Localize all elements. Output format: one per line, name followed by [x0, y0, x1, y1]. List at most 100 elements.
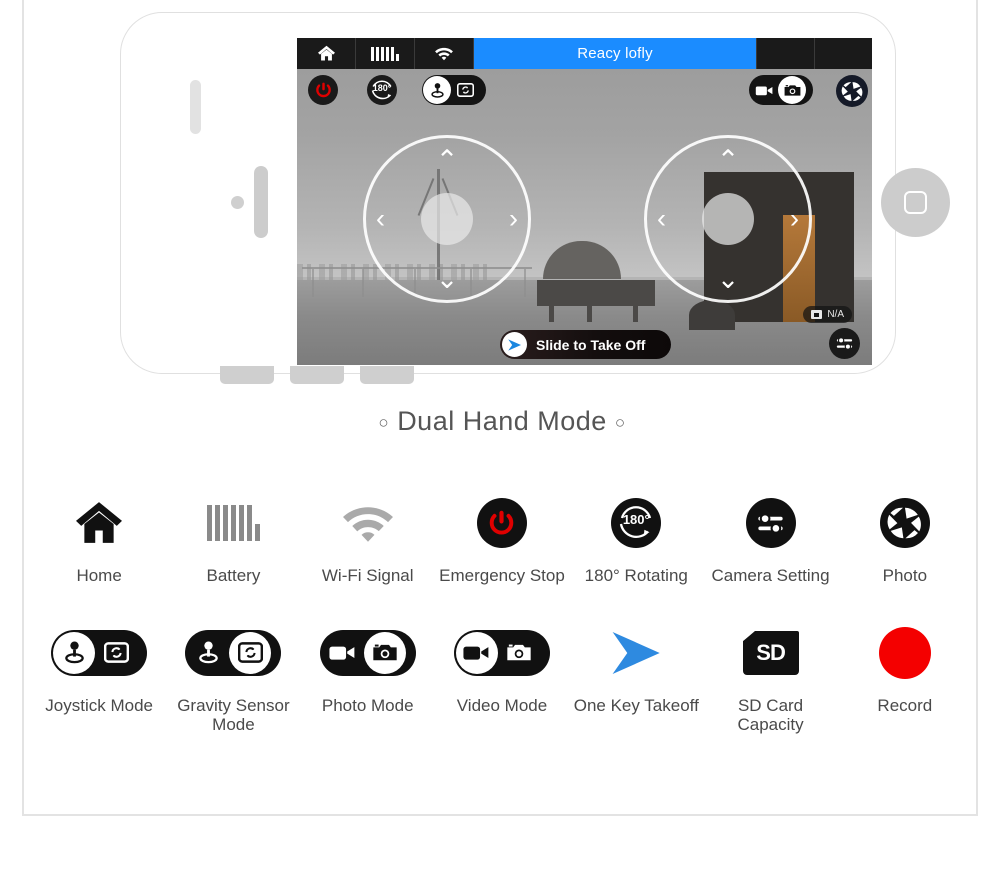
joystick-icon [187, 632, 229, 674]
joystick-right-arrow-icon[interactable]: › [790, 205, 799, 233]
slide-to-takeoff-button[interactable]: Slide to Take Off [500, 330, 672, 359]
rotate-180-button[interactable]: 180° [367, 75, 397, 105]
caption-text: Dual Hand Mode [397, 406, 607, 436]
phone-tab [360, 366, 414, 384]
gravity-sensor-mode-icon[interactable] [451, 76, 479, 104]
legend-item-joystick-mode: Joystick Mode [32, 622, 166, 735]
sd-card-icon: SD [742, 630, 799, 675]
phone-home-button[interactable] [881, 168, 950, 237]
legend-item-emergency-stop: Emergency Stop [435, 492, 569, 586]
legend-label: Video Mode [456, 695, 548, 715]
home-icon [317, 45, 335, 61]
joystick-knob[interactable] [421, 193, 473, 245]
right-joystick[interactable]: ⌃ ⌄ ‹ › [644, 135, 812, 303]
scene-object [689, 299, 735, 330]
joystick-knob[interactable] [702, 193, 754, 245]
legend-label: Record [877, 695, 933, 715]
legend-item-photo: Photo [838, 492, 972, 586]
status-battery-indicator [356, 38, 415, 69]
photo-shutter-icon [879, 498, 930, 548]
joystick-left-arrow-icon[interactable]: ‹ [376, 205, 385, 233]
joystick-down-arrow-icon[interactable]: ⌄ [436, 266, 459, 293]
joystick-icon [53, 631, 96, 674]
phone-tab [290, 366, 344, 384]
legend-label: Emergency Stop [439, 566, 565, 585]
record-icon [878, 626, 931, 679]
battery-icon [206, 492, 260, 554]
home-button-square-icon [904, 191, 927, 214]
video-mode-icon[interactable] [750, 76, 778, 104]
joystick-up-arrow-icon[interactable]: ⌃ [717, 147, 740, 174]
phone-volume-button[interactable] [190, 80, 201, 134]
home-icon [73, 492, 125, 554]
legend-label: Battery [206, 566, 261, 585]
photo-camera-icon [498, 632, 540, 674]
emergency-stop-button[interactable] [308, 75, 338, 105]
sd-card-status-text: N/A [827, 309, 844, 320]
legend-label: Camera Setting [711, 566, 830, 585]
status-wifi-indicator [415, 38, 474, 69]
legend-item-photo-mode: Photo Mode [301, 622, 435, 735]
emergency-stop-icon [315, 82, 331, 97]
phone-tab [220, 366, 274, 384]
legend-item-sd-card-capacity: SD SD Card Capacity [703, 622, 837, 735]
control-mode-toggle[interactable] [422, 75, 486, 105]
photo-mode-icon[interactable] [778, 76, 806, 104]
slide-to-takeoff-label: Slide to Take Off [536, 336, 646, 353]
legend-item-wifi: Wi-Fi Signal [301, 492, 435, 586]
photo-mode-toggle-icon [319, 629, 416, 676]
180-rotating-icon: 180° [369, 77, 395, 103]
legend-label: Photo Mode [321, 695, 414, 715]
caption-left-marker: ○ [378, 412, 390, 432]
sd-card-text: SD [756, 639, 786, 665]
legend-row: Joystick Mode Gravity Sensor Mode Photo … [32, 622, 972, 735]
screen-top-controls: 180° [297, 69, 872, 115]
one-key-takeoff-icon [608, 622, 664, 684]
joystick-right-arrow-icon[interactable]: › [509, 205, 518, 233]
gravity-sensor-icon [229, 631, 272, 674]
legend-label: Joystick Mode [45, 695, 153, 715]
phone-camera-icon [231, 196, 244, 209]
status-title: Reacy lofly [474, 38, 756, 69]
camera-setting-button[interactable] [829, 328, 860, 359]
legend-label: Wi-Fi Signal [321, 566, 414, 585]
gravity-sensor-icon [95, 632, 137, 674]
legend-item-180-rotating: 180° 180° Rotating [569, 492, 703, 586]
photo-shutter-icon [841, 80, 863, 102]
rotate-badge-text: 180° [622, 512, 650, 527]
video-mode-toggle-icon [453, 629, 550, 676]
status-empty-cell [756, 38, 814, 69]
phone-speaker [254, 166, 268, 238]
legend-item-home: Home [32, 492, 166, 586]
sd-card-status-badge: N/A [803, 306, 852, 323]
joystick-down-arrow-icon[interactable]: ⌄ [717, 266, 740, 293]
one-key-takeoff-icon [508, 338, 521, 351]
caption-right-marker: ○ [614, 412, 626, 432]
status-home-button[interactable] [297, 38, 356, 69]
sd-card-icon [811, 310, 823, 319]
joystick-up-arrow-icon[interactable]: ⌃ [436, 147, 459, 174]
legend-label: SD Card Capacity [737, 695, 804, 735]
scene-wagon [537, 279, 655, 322]
content-panel: Reacy lofly 180° ⌃ ⌄ ‹ › ⌃ ⌄ ‹ › N/A Sli… [22, 0, 978, 816]
joystick-mode-toggle-icon [51, 629, 148, 676]
joystick-mode-icon[interactable] [423, 76, 451, 104]
battery-icon [371, 46, 399, 61]
legend-label: 180° Rotating [584, 566, 688, 585]
phone-bottom-tabs [220, 366, 780, 390]
app-screen: Reacy lofly 180° ⌃ ⌄ ‹ › ⌃ ⌄ ‹ › N/A Sli… [297, 38, 872, 365]
capture-mode-toggle[interactable] [749, 75, 813, 105]
left-joystick[interactable]: ⌃ ⌄ ‹ › [363, 135, 531, 303]
photo-shutter-button[interactable] [836, 75, 868, 107]
legend-item-camera-setting: Camera Setting [703, 492, 837, 586]
legend-row: Home Battery Wi-Fi Signal Emergency Stop… [32, 492, 972, 586]
joystick-left-arrow-icon[interactable]: ‹ [657, 205, 666, 233]
takeoff-knob[interactable] [502, 332, 527, 357]
status-empty-cell [814, 38, 872, 69]
camera-setting-icon [745, 498, 796, 548]
page-root: Reacy lofly 180° ⌃ ⌄ ‹ › ⌃ ⌄ ‹ › N/A Sli… [0, 0, 1000, 873]
phone-mockup: Reacy lofly 180° ⌃ ⌄ ‹ › ⌃ ⌄ ‹ › N/A Sli… [100, 8, 950, 390]
legend-item-gravity-sensor-mode: Gravity Sensor Mode [166, 622, 300, 735]
legend-label: Home [76, 566, 122, 585]
legend-item-battery: Battery [166, 492, 300, 586]
